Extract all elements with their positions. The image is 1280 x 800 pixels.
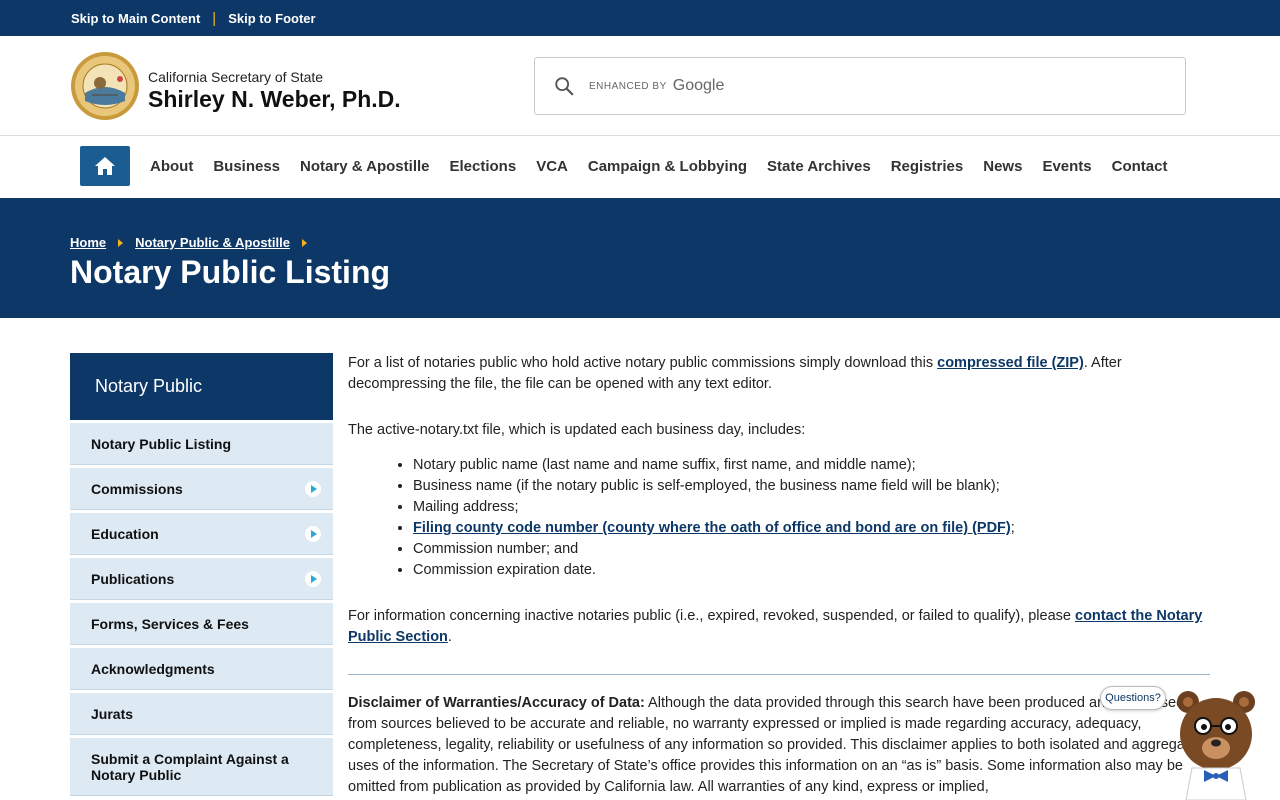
page-banner: Home Notary Public & Apostille Notary Pu… bbox=[0, 198, 1280, 318]
skip-separator: | bbox=[212, 9, 217, 27]
list-item: Commission expiration date. bbox=[413, 560, 1210, 581]
sidebar-item-label: Education bbox=[91, 525, 159, 542]
inactive-notaries-paragraph: For information concerning inactive nota… bbox=[348, 606, 1210, 648]
sidebar-item-label: Notary Public Listing bbox=[91, 435, 232, 452]
nav-item-registries[interactable]: Registries bbox=[881, 158, 974, 175]
sidebar-item-jurats[interactable]: Jurats bbox=[70, 693, 333, 735]
skip-to-main-link[interactable]: Skip to Main Content bbox=[71, 11, 200, 26]
list-item: Mailing address; bbox=[413, 497, 1210, 518]
sidebar-item-label: Publications bbox=[91, 570, 175, 587]
inactive-text: For information concerning inactive nota… bbox=[348, 608, 1076, 624]
brand-subtitle: California Secretary of State bbox=[148, 69, 324, 85]
nav-item-state-archives[interactable]: State Archives bbox=[757, 158, 881, 175]
intro-text: For a list of notaries public who hold a… bbox=[348, 355, 938, 371]
list-item: Business name (if the notary public is s… bbox=[413, 476, 1210, 497]
file-description: The active-notary.txt file, which is upd… bbox=[348, 422, 806, 438]
skip-to-footer-link[interactable]: Skip to Footer bbox=[228, 11, 315, 26]
sidebar-item-acknowledgments[interactable]: Acknowledgments bbox=[70, 648, 333, 690]
disclaimer-paragraph: Disclaimer of Warranties/Accuracy of Dat… bbox=[348, 693, 1210, 798]
chevron-right-icon[interactable] bbox=[305, 525, 321, 542]
sidebar-item-commissions[interactable]: Commissions bbox=[70, 468, 333, 510]
breadcrumb: Home Notary Public & Apostille bbox=[70, 235, 319, 250]
state-seal-icon[interactable] bbox=[70, 51, 140, 121]
nav-item-vca[interactable]: VCA bbox=[526, 158, 578, 175]
nav-item-events[interactable]: Events bbox=[1032, 158, 1101, 175]
questions-bubble[interactable]: Questions? bbox=[1100, 686, 1166, 710]
skip-bar: Skip to Main Content | Skip to Footer bbox=[0, 0, 1280, 36]
chevron-right-icon[interactable] bbox=[305, 570, 321, 587]
sidebar-item-notary-public-listing[interactable]: Notary Public Listing bbox=[70, 423, 333, 465]
list-item: Commission number; and bbox=[413, 539, 1210, 560]
nav-item-contact[interactable]: Contact bbox=[1102, 158, 1178, 175]
breadcrumb-home[interactable]: Home bbox=[70, 235, 106, 250]
breadcrumb-arrow-icon bbox=[118, 238, 124, 247]
nav-item-notary-apostille[interactable]: Notary & Apostille bbox=[290, 158, 439, 175]
county-code-pdf-link[interactable]: Filing county code number (county where … bbox=[413, 520, 1011, 536]
sidebar: Notary Public Notary Public Listing Comm… bbox=[70, 353, 333, 796]
section-divider bbox=[348, 674, 1210, 675]
main-nav: About Business Notary & Apostille Electi… bbox=[0, 136, 1280, 197]
inactive-text-end: . bbox=[447, 629, 452, 645]
breadcrumb-arrow-icon bbox=[301, 238, 307, 247]
sidebar-item-submit-complaint[interactable]: Submit a Complaint Against a Notary Publ… bbox=[70, 738, 333, 796]
brand-block[interactable]: California Secretary of State Shirley N.… bbox=[148, 69, 401, 113]
sidebar-item-label: Submit a Complaint Against a Notary Publ… bbox=[91, 750, 289, 783]
main-content: For a list of notaries public who hold a… bbox=[348, 353, 1210, 798]
page-title: Notary Public Listing bbox=[70, 254, 391, 290]
search-box[interactable]: ENHANCED BY Google bbox=[534, 57, 1186, 115]
sidebar-item-label: Forms, Services & Fees bbox=[91, 615, 249, 632]
nav-items: About Business Notary & Apostille Electi… bbox=[140, 136, 1177, 197]
home-icon bbox=[95, 157, 115, 175]
nav-item-news[interactable]: News bbox=[973, 158, 1032, 175]
disclaimer-label: Disclaimer of Warranties/Accuracy of Dat… bbox=[348, 695, 645, 711]
brand-name: Shirley N. Weber, Ph.D. bbox=[148, 86, 401, 112]
site-header: California Secretary of State Shirley N.… bbox=[0, 36, 1280, 136]
nav-item-elections[interactable]: Elections bbox=[440, 158, 527, 175]
sidebar-item-label: Acknowledgments bbox=[91, 660, 215, 677]
nav-item-business[interactable]: Business bbox=[203, 158, 290, 175]
intro-paragraph: For a list of notaries public who hold a… bbox=[348, 353, 1210, 395]
list-item: Notary public name (last name and name s… bbox=[413, 455, 1210, 476]
nav-item-campaign-lobbying[interactable]: Campaign & Lobbying bbox=[578, 158, 757, 175]
sidebar-item-label: Commissions bbox=[91, 480, 183, 497]
chevron-right-icon[interactable] bbox=[305, 480, 321, 497]
sidebar-item-forms-services-fees[interactable]: Forms, Services & Fees bbox=[70, 603, 333, 645]
nav-item-about[interactable]: About bbox=[140, 158, 203, 175]
sidebar-item-label: Jurats bbox=[91, 705, 134, 722]
compressed-file-link[interactable]: compressed file (ZIP) bbox=[937, 355, 1084, 371]
sidebar-item-publications[interactable]: Publications bbox=[70, 558, 333, 600]
bear-mascot-icon[interactable] bbox=[1170, 688, 1262, 800]
home-button[interactable] bbox=[80, 146, 130, 186]
sidebar-item-education[interactable]: Education bbox=[70, 513, 333, 555]
list-item-suffix: ; bbox=[1010, 520, 1015, 536]
sidebar-heading[interactable]: Notary Public bbox=[70, 353, 333, 420]
list-item: Filing county code number (county where … bbox=[413, 518, 1210, 539]
search-input[interactable] bbox=[535, 58, 1185, 114]
breadcrumb-notary-apostille[interactable]: Notary Public & Apostille bbox=[135, 235, 290, 250]
file-contents-list: Notary public name (last name and name s… bbox=[413, 455, 1210, 581]
